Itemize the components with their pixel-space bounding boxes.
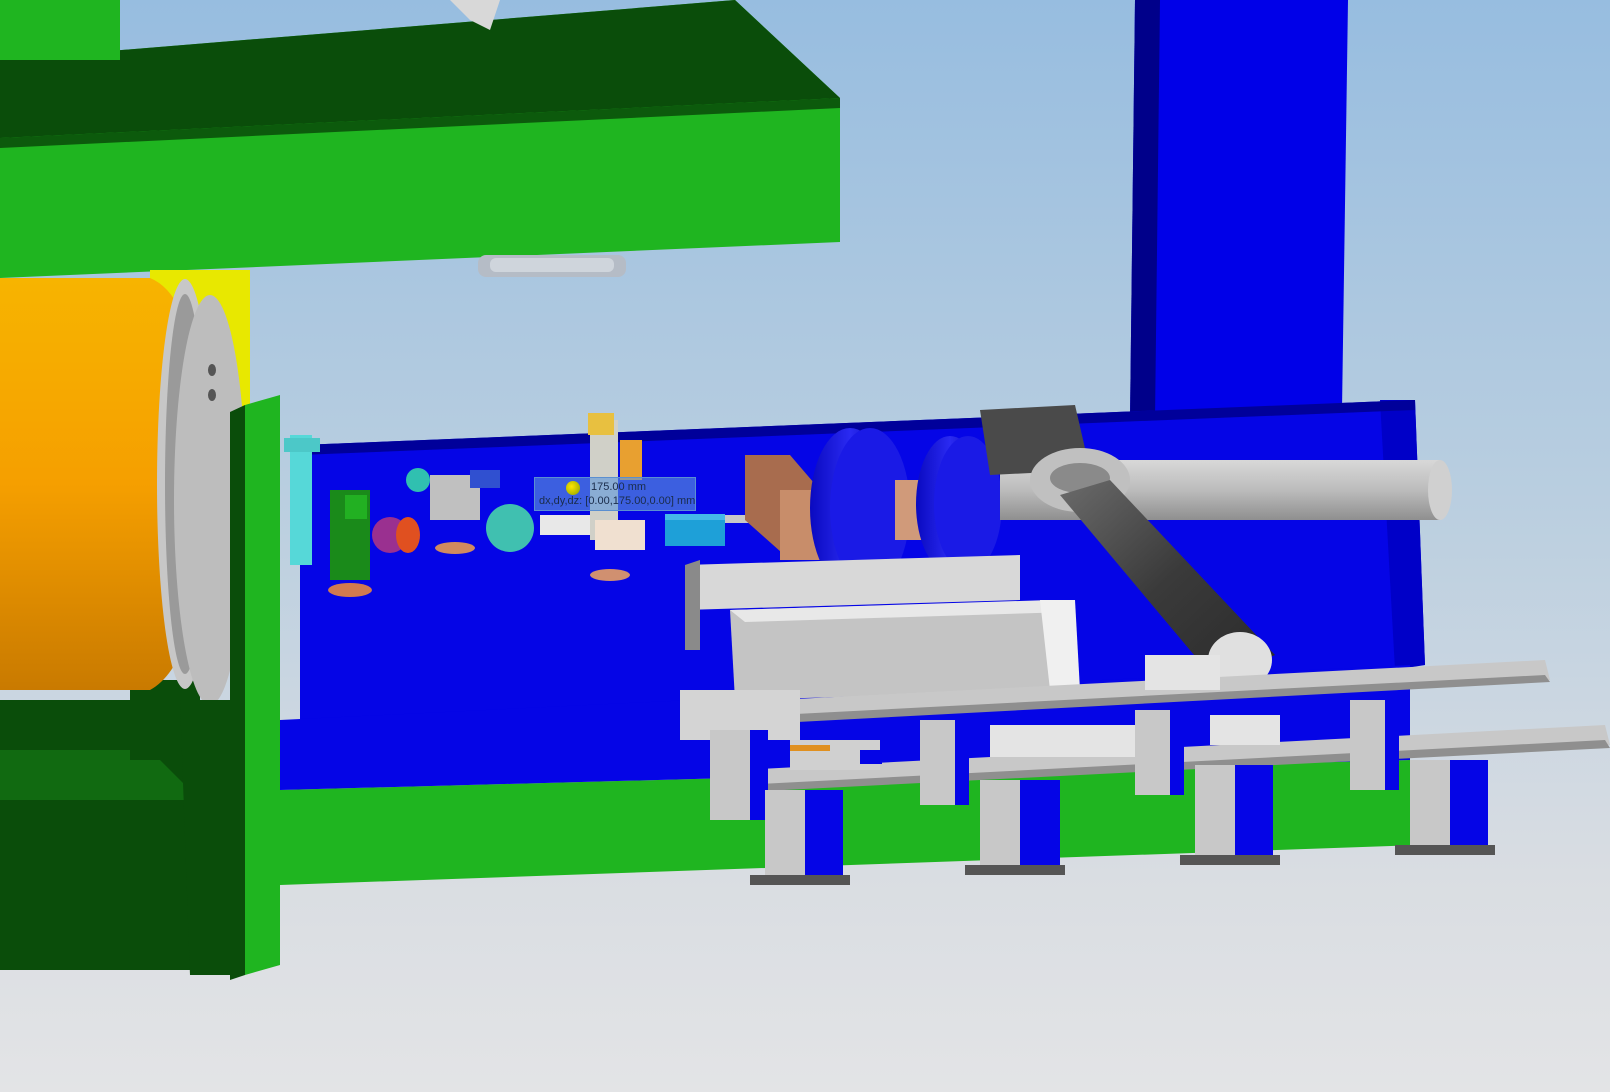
measurement-tooltip: 175.00 mm dx,dy,dz: [0.00,175.00,0.00] m… — [534, 477, 696, 511]
measure-point-marker[interactable] — [566, 481, 580, 495]
top-green-frame[interactable] — [0, 0, 840, 278]
cad-3d-viewport[interactable]: 175.00 mm dx,dy,dz: [0.00,175.00,0.00] m… — [0, 0, 1610, 1092]
distance-readout: 175.00 mm — [591, 481, 647, 493]
hanging-bracket — [478, 255, 626, 277]
blue-column[interactable] — [1130, 0, 1348, 420]
delta-readout: dx,dy,dz: [0.00,175.00,0.00] mm — [539, 495, 696, 507]
left-support-structure[interactable] — [0, 680, 200, 970]
assembly-scene[interactable] — [0, 0, 1610, 1092]
orange-vessel-cylinder[interactable] — [0, 278, 246, 705]
